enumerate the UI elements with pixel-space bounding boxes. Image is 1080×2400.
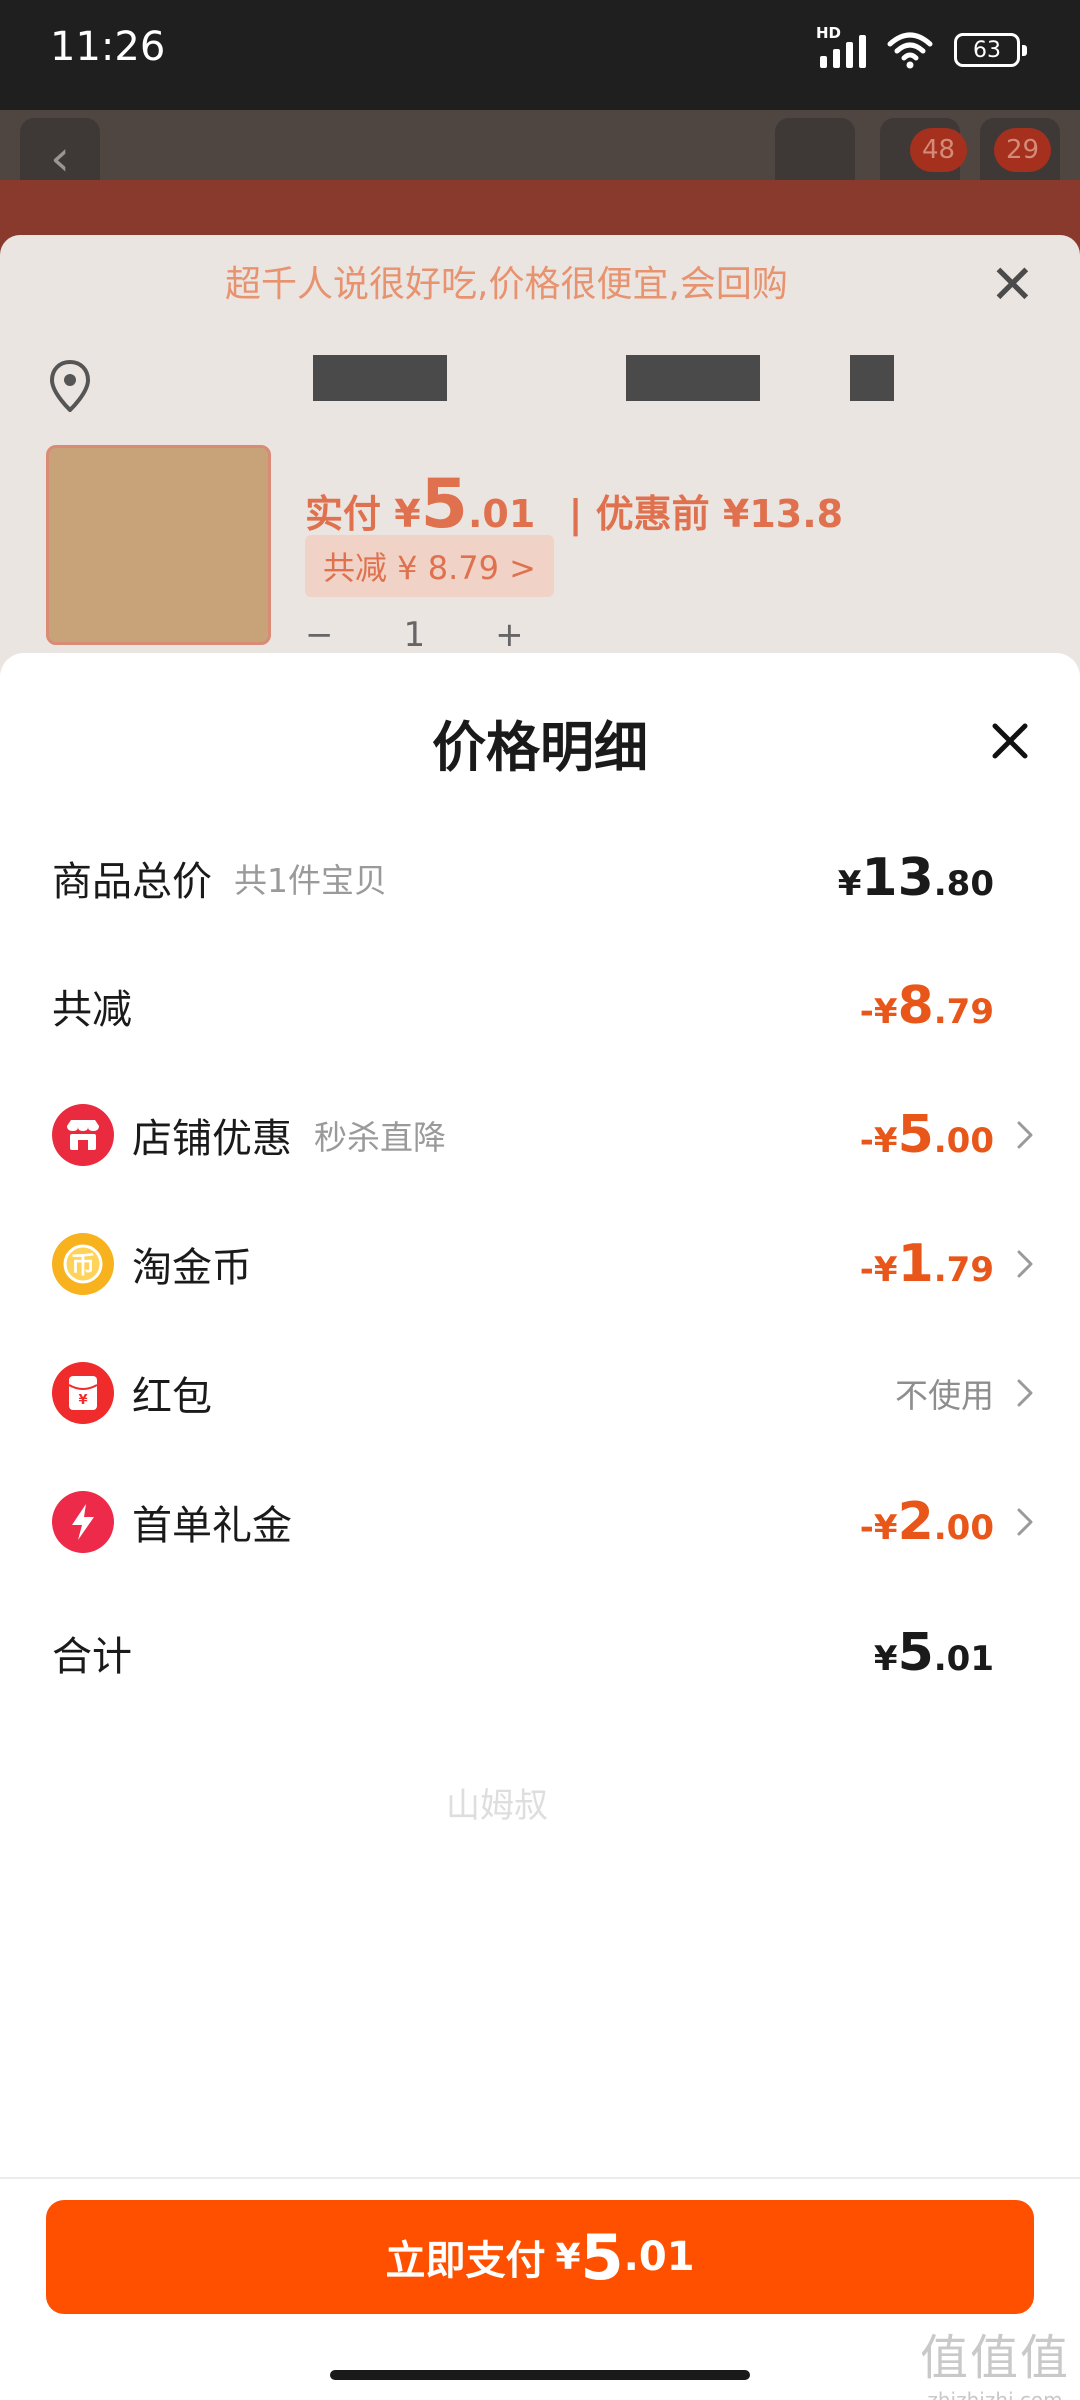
row-sum: 合计 ¥5.01 — [0, 1608, 1080, 1698]
row-red-packet[interactable]: ¥ 红包 不使用 — [0, 1348, 1080, 1438]
watermark-glyphs: 值值值 — [919, 2330, 1070, 2386]
review-snippet: 超千人说很好吃,价格很便宜,会回购 — [225, 264, 788, 305]
row-first-order-gift[interactable]: 首单礼金 -¥ 2.00 — [0, 1477, 1080, 1567]
row-label: 淘金币 — [132, 1245, 252, 1291]
row-total-reduction: 共减 -¥ 8.79 — [0, 961, 1080, 1051]
wifi-icon — [887, 32, 933, 69]
amount: -¥ 1.79 — [859, 1234, 994, 1294]
row-label: 首单礼金 — [132, 1503, 292, 1549]
signal-icon: HD — [816, 24, 866, 68]
close-button[interactable] — [980, 711, 1040, 771]
watermark-site: zhizhizhi.com — [927, 2388, 1063, 2400]
close-icon — [992, 723, 1028, 759]
price-detail-sheet: 价格明细 商品总价 共1件宝贝 ¥13.80 共减 -¥ 8 .79 店铺优惠 … — [0, 653, 1080, 2400]
screen: 11:26 HD 63 ‹ 48 29 超千人说很好吃,价格很便宜,会回购 ✕ … — [0, 0, 1080, 2400]
pay-amount-dec: .01 — [623, 2234, 695, 2280]
quantity-stepper: −1+ — [305, 615, 594, 655]
pay-currency: ¥ — [555, 2236, 581, 2278]
chevron-right-icon — [1010, 1502, 1040, 1542]
row-label: 共减 — [52, 987, 132, 1033]
sheet-title: 价格明细 — [432, 716, 648, 779]
chevron-right-icon — [1010, 1115, 1040, 1155]
close-icon: ✕ — [989, 253, 1035, 316]
row-label: 合计 — [52, 1634, 132, 1680]
amount: -¥ 2.00 — [859, 1492, 994, 1552]
footer-divider — [0, 2177, 1080, 2179]
watermark: 山姆叔 — [446, 1786, 548, 1826]
battery-icon: 63 — [954, 33, 1027, 67]
svg-text:币: 币 — [71, 1251, 95, 1279]
address-mosaic — [850, 355, 894, 401]
red-packet-icon: ¥ — [52, 1362, 114, 1424]
svg-text:¥: ¥ — [78, 1393, 87, 1408]
background-header: ‹ 48 29 — [0, 110, 1080, 198]
background-price: 实付 ¥5.01 | 优惠前 ¥13.8 — [305, 465, 844, 544]
row-goods-total: 商品总价 共1件宝贝 ¥13.80 — [0, 833, 1080, 923]
row-taojinbi[interactable]: 币 淘金币 -¥ 1.79 — [0, 1219, 1080, 1309]
row-label: 红包 — [132, 1374, 212, 1420]
battery-level: 63 — [973, 37, 1001, 63]
coin-icon: 币 — [52, 1233, 114, 1295]
row-label: 商品总价 — [52, 859, 212, 905]
address-mosaic — [313, 355, 447, 401]
amount: -¥ 8.79 — [859, 976, 994, 1036]
amount: -¥ 5.00 — [859, 1105, 994, 1165]
pay-now-button[interactable]: 立即支付 ¥ 5 .01 — [46, 2200, 1034, 2314]
product-thumbnail — [46, 445, 271, 645]
red-packet-status: 不使用 — [895, 1376, 994, 1415]
site-watermark: 值值值 zhizhizhi.com — [920, 2318, 1070, 2400]
row-sublabel: 秒杀直降 — [314, 1118, 446, 1157]
home-indicator[interactable] — [330, 2370, 750, 2380]
discount-tag: 共减 ¥ 8.79 > — [305, 535, 554, 597]
pay-label: 立即支付 — [385, 2238, 546, 2284]
message-badge: 29 — [994, 128, 1052, 172]
lightning-icon — [52, 1491, 114, 1553]
hd-label: HD — [816, 24, 842, 42]
amount: ¥13.80 — [837, 848, 994, 908]
chevron-right-icon — [1010, 1373, 1040, 1413]
chevron-right-icon — [1010, 1244, 1040, 1284]
status-bar: 11:26 HD 63 — [0, 0, 1080, 110]
cart-badge: 48 — [910, 128, 968, 172]
amount: ¥5.01 — [873, 1623, 994, 1683]
row-sublabel: 共1件宝贝 — [234, 861, 387, 900]
row-label: 店铺优惠 — [132, 1116, 292, 1162]
status-icons: HD 63 — [816, 24, 1027, 70]
status-time: 11:26 — [50, 24, 166, 70]
address-mosaic — [626, 355, 760, 401]
pay-amount-int: 5 — [580, 2220, 624, 2294]
row-shop-discount[interactable]: 店铺优惠 秒杀直降 -¥ 5.00 — [0, 1090, 1080, 1180]
shop-icon — [52, 1104, 114, 1166]
location-pin-icon — [49, 360, 91, 412]
